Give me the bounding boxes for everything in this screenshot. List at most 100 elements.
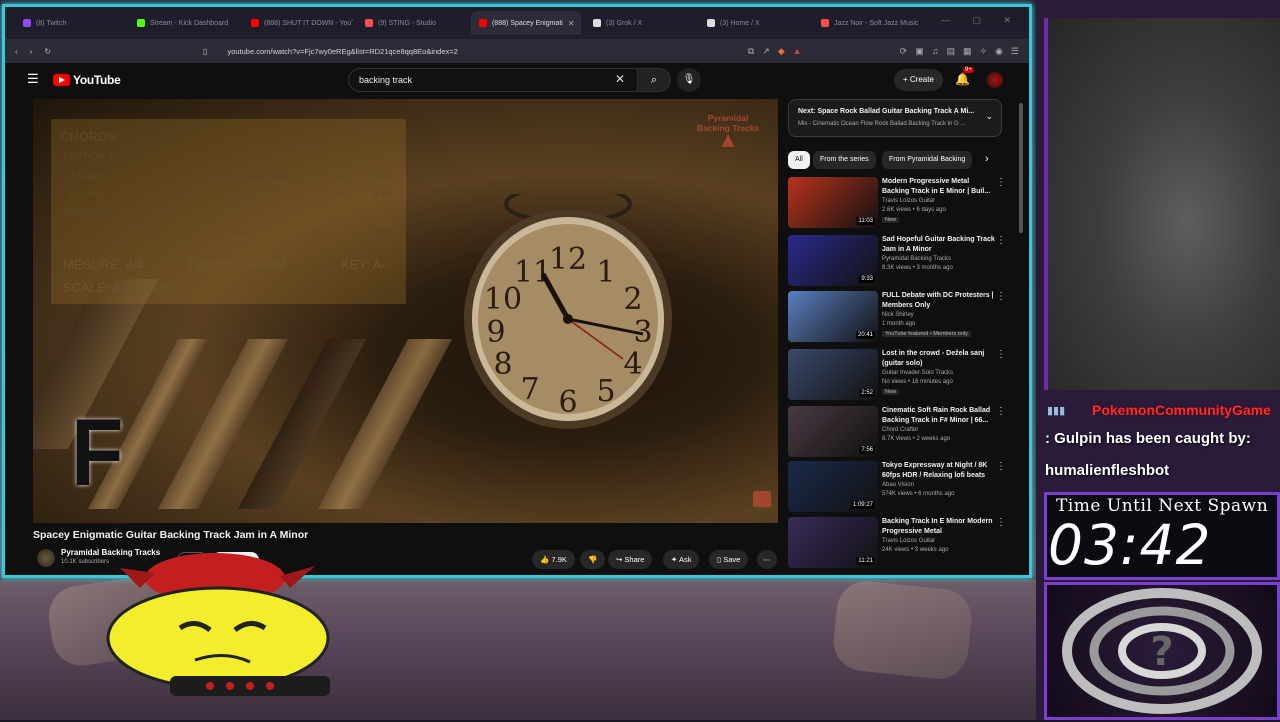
more-options-icon[interactable]: ⋮ [996,517,1006,528]
recommended-channel[interactable]: Pyramidal Backing Tracks [882,256,951,262]
create-button[interactable]: + Create [894,69,943,91]
recommended-video[interactable]: 1:09:27 Tokyo Expressway at Night / 8K 60… [788,461,1018,513]
chip-from-series[interactable]: From the series [813,151,876,169]
up-next-card[interactable]: Next: Space Rock Ballad Guitar Backing T… [788,99,1002,137]
extension-icon-1[interactable]: ⟳ [900,46,908,57]
share-button[interactable]: ↪ Share [608,550,653,569]
bookmark-icon[interactable]: ▯ [203,47,207,56]
chevron-right-icon[interactable]: › [985,153,989,165]
share-icon[interactable]: ↗ [762,46,770,57]
chord-cell: || A-add9 [69,189,105,199]
chip-from-channel[interactable]: From Pyramidal Backing [882,151,973,169]
video-player[interactable]: CHORDS SECTION A || A-add9 | A 9 | A-add… [33,99,778,523]
brave-shield-icon[interactable]: ◆ [778,46,785,57]
recommended-title[interactable]: Lost in the crowd - Dežela sanj (guitar … [882,349,997,368]
recommended-title[interactable]: Modern Progressive Metal Backing Track i… [882,177,997,196]
more-options-icon[interactable]: ⋮ [996,235,1006,246]
tab-search-icon[interactable]: ⧉ [748,46,754,57]
recommended-title[interactable]: Tokyo Expressway at Night / 8K 60fps HDR… [882,461,997,480]
clear-search-icon[interactable]: ✕ [615,72,625,86]
extension-icon-4[interactable]: ▦ [963,46,972,57]
video-thumbnail[interactable]: 1:09:27 [788,461,878,512]
tab-label: (3) Grok / X [606,19,643,27]
video-thumbnail[interactable]: 2:52 [788,349,878,400]
pokeball-spiral-graphic: ? [1044,582,1280,720]
reload-icon[interactable]: ↻ [44,47,51,56]
recommended-badge: YouTube featured • Members only [882,331,971,337]
browser-tab[interactable]: (9) STING - Studio [357,11,467,35]
svg-text:2: 2 [623,282,642,317]
browser-tab[interactable]: Stream - Kick Dashboard [129,11,239,35]
more-actions-button[interactable]: ⋯ [757,550,777,569]
recommended-channel[interactable]: Guitar Invader Solo Tracks [882,370,953,376]
video-thumbnail[interactable]: 7:56 [788,406,878,457]
recommended-video[interactable]: 11:21 Backing Track In E Minor Modern Pro… [788,517,1018,569]
music-icon[interactable]: ♫ [932,46,939,57]
menu-icon[interactable]: ☰ [1011,46,1019,57]
recommended-video[interactable]: 20:41 FULL Debate with DC Protesters | Me… [788,291,1018,343]
chord-cell: | D [153,227,165,237]
recommended-video[interactable]: 2:52 Lost in the crowd - Dežela sanj (gui… [788,349,1018,401]
more-options-icon[interactable]: ⋮ [996,461,1006,472]
vpn-icon[interactable]: ◉ [995,46,1003,57]
url-text[interactable]: youtube.com/watch?v=Fjc7wy0eREg&list=RD2… [227,47,457,56]
browser-tab[interactable]: (888) Spacey Enigmati ✕ [471,11,581,35]
dislike-button[interactable]: 👎 [580,550,606,569]
recommended-channel[interactable]: Travis Loizos Guitar [882,538,935,544]
forward-icon[interactable]: › [30,47,33,56]
key-label: KEY: A- [341,257,386,272]
ask-button[interactable]: ✦ Ask [663,550,700,569]
channel-avatar[interactable] [37,549,55,567]
save-button[interactable]: ▯ Save [709,550,749,569]
channel-watermark-icon[interactable] [753,491,771,507]
recommended-title[interactable]: Cinematic Soft Rain Rock Ballad Backing … [882,406,997,425]
video-thumbnail[interactable]: 11:03 [788,177,878,228]
recommended-video[interactable]: 7:56 Cinematic Soft Rain Rock Ballad Back… [788,406,1018,458]
svg-text:8: 8 [493,347,512,382]
recommended-meta: 8.7K views • 2 weeks ago [882,436,951,442]
video-thumbnail[interactable]: 20:41 [788,291,878,342]
browser-tab[interactable]: (888) SHUT IT DOWN - YouTu [243,11,353,35]
extension-icon-5[interactable]: ✧ [980,46,988,57]
browser-tab[interactable]: (3) Home / X [699,11,809,35]
recommended-title[interactable]: Sad Hopeful Guitar Backing Track Jam in … [882,235,997,254]
extension-icon-3[interactable]: ▤ [946,46,955,57]
chevron-down-icon[interactable]: ⌄ [985,111,993,122]
browser-tab[interactable]: (3) Grok / X [585,11,695,35]
back-icon[interactable]: ‹ [15,47,18,56]
browser-tab[interactable]: (8) Twitch [15,11,125,35]
video-duration: 11:03 [856,217,875,225]
recommended-title[interactable]: Backing Track In E Minor Modern Progress… [882,517,997,536]
section-a-label: SECTION A [63,151,115,162]
recommended-title[interactable]: FULL Debate with DC Protesters | Members… [882,291,997,310]
tab-label: (3) Home / X [720,19,760,27]
more-options-icon[interactable]: ⋮ [996,291,1006,302]
recommended-channel[interactable]: Abao Vision [882,482,914,488]
window-controls[interactable]: — ▢ ✕ [941,15,1021,26]
video-thumbnail[interactable]: 11:21 [788,517,878,568]
more-options-icon[interactable]: ⋮ [996,406,1006,417]
notification-badge: 9+ [963,67,974,73]
voice-search-icon[interactable]: 🎙 [677,68,701,92]
recommended-video[interactable]: 11:03 Modern Progressive Metal Backing Tr… [788,177,1018,229]
rewards-icon[interactable]: ▲ [793,46,802,57]
scrollbar[interactable] [1019,103,1023,233]
video-thumbnail[interactable]: 9:33 [788,235,878,286]
more-options-icon[interactable]: ⋮ [996,177,1006,188]
close-tab-icon[interactable]: ✕ [568,19,575,28]
recommended-channel[interactable]: Chord Crafter [882,427,918,433]
browser-tab[interactable]: Jazz Noir - Soft Jazz Music [813,11,923,35]
extension-icon-2[interactable]: ▣ [915,46,924,57]
like-button[interactable]: 👍 7.9K [532,550,575,569]
recommended-channel[interactable]: Nick Shirley [882,312,914,318]
chip-all[interactable]: All [788,151,810,169]
recommended-channel[interactable]: Travis Loizos Guitar [882,198,935,204]
more-options-icon[interactable]: ⋮ [996,349,1006,360]
account-avatar[interactable] [987,72,1003,88]
recommended-video[interactable]: 9:33 Sad Hopeful Guitar Backing Track Jam… [788,235,1018,287]
notifications-bell-icon[interactable]: 🔔 [955,72,970,86]
youtube-logo[interactable]: YouTube [53,73,121,87]
search-button[interactable]: ⌕ [637,68,671,92]
search-input[interactable]: backing track [348,68,638,92]
hamburger-menu-icon[interactable]: ☰ [27,72,39,85]
